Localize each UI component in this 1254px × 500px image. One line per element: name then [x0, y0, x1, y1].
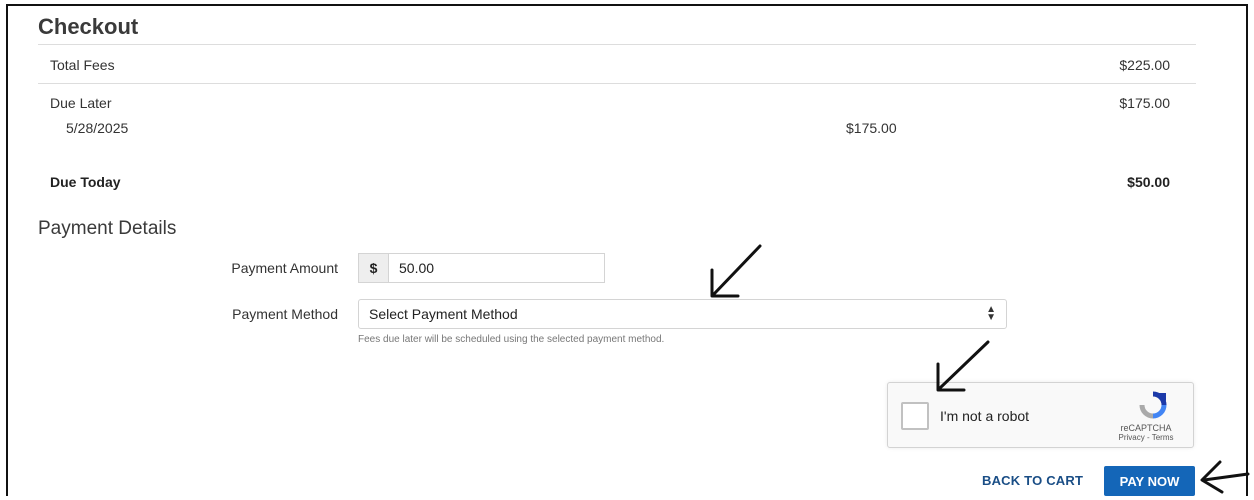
pay-now-button[interactable]: PAY NOW [1104, 466, 1195, 496]
due-today-label: Due Today [50, 174, 121, 190]
total-fees-amount: $225.00 [1119, 57, 1170, 73]
recaptcha-links[interactable]: Privacy - Terms [1111, 433, 1181, 442]
annotation-arrow-icon [1200, 460, 1250, 494]
recaptcha-checkbox[interactable] [901, 402, 929, 430]
payment-amount-group: $ [358, 253, 605, 283]
total-fees-label: Total Fees [50, 57, 115, 73]
page-title: Checkout [38, 14, 139, 39]
recaptcha-brand-text: reCAPTCHA [1120, 423, 1172, 433]
payment-method-selected: Select Payment Method [369, 306, 518, 322]
payment-amount-label: Payment Amount [231, 260, 338, 276]
recaptcha-brand: reCAPTCHA Privacy - Terms [1111, 423, 1181, 442]
select-arrows-icon: ▲ ▼ [986, 304, 996, 323]
payment-method-label: Payment Method [232, 306, 338, 322]
due-today-amount: $50.00 [1127, 174, 1170, 190]
recaptcha-label: I'm not a robot [940, 408, 1030, 424]
annotation-arrow-icon [710, 244, 762, 298]
divider [38, 83, 1196, 84]
due-later-label: Due Later [50, 95, 112, 111]
divider [38, 44, 1196, 45]
payment-method-help: Fees due later will be scheduled using t… [358, 334, 665, 345]
back-to-cart-link[interactable]: BACK TO CART [982, 473, 1083, 488]
payment-method-select[interactable]: Select Payment Method ▲ ▼ [358, 299, 1007, 329]
due-later-date: 5/28/2025 [66, 120, 129, 136]
currency-prefix: $ [359, 254, 389, 282]
due-later-amount: $175.00 [1119, 95, 1170, 111]
recaptcha-logo-icon [1139, 391, 1167, 419]
due-later-date-amount: $175.00 [846, 120, 897, 136]
payment-amount-input[interactable] [389, 254, 604, 282]
annotation-arrow-icon [936, 340, 990, 392]
payment-details-title: Payment Details [38, 218, 177, 239]
